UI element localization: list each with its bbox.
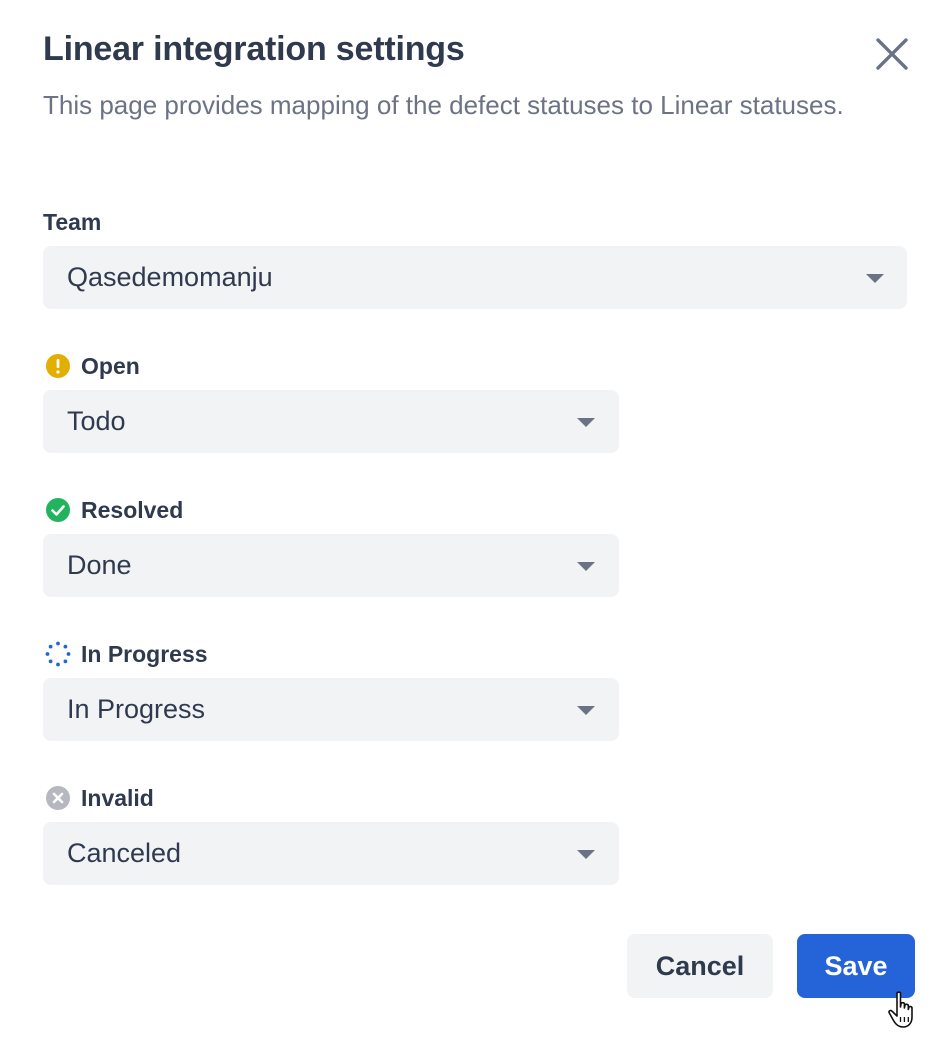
- chevron-down-icon: [577, 562, 595, 571]
- open-status-select[interactable]: Todo: [43, 390, 619, 453]
- invalid-status-label: Invalid: [43, 783, 154, 813]
- cancel-button[interactable]: Cancel: [627, 934, 773, 998]
- team-select[interactable]: Qasedemomanju: [43, 246, 907, 309]
- open-status-icon: [46, 354, 70, 378]
- open-status-label: Open: [43, 351, 140, 381]
- invalid-status-select-value: Canceled: [67, 838, 182, 868]
- in-progress-status-label: In Progress: [43, 639, 208, 669]
- resolved-status-select[interactable]: Done: [43, 534, 619, 597]
- resolved-status-label: Resolved: [43, 495, 183, 525]
- chevron-down-icon: [577, 706, 595, 715]
- resolved-status-label-text: Resolved: [81, 496, 184, 523]
- team-label: Team: [43, 208, 102, 235]
- dialog-title: Linear integration settings: [43, 30, 465, 68]
- in-progress-status-select[interactable]: In Progress: [43, 678, 619, 741]
- close-button[interactable]: [872, 34, 912, 74]
- team-select-value: Qasedemomanju: [67, 262, 273, 292]
- chevron-down-icon: [577, 850, 595, 859]
- open-status-label-text: Open: [81, 352, 140, 379]
- chevron-down-icon: [577, 418, 595, 427]
- open-status-select-value: Todo: [67, 406, 126, 436]
- hand-pointer-icon: [888, 991, 913, 1028]
- invalid-status-select[interactable]: Canceled: [43, 822, 619, 885]
- save-button[interactable]: Save: [797, 934, 915, 998]
- in-progress-status-select-value: In Progress: [67, 694, 206, 724]
- linear-integration-settings-dialog: Linear integration settings This page pr…: [0, 0, 948, 1038]
- invalid-status-label-text: Invalid: [81, 784, 154, 811]
- resolved-status-icon: [46, 498, 70, 522]
- in-progress-status-label-text: In Progress: [81, 640, 208, 667]
- chevron-down-icon: [866, 274, 884, 283]
- dialog-description: This page provides mapping of the defect…: [43, 90, 844, 120]
- invalid-status-icon: [46, 786, 70, 810]
- close-icon: [876, 38, 908, 70]
- in-progress-status-icon: [45, 641, 71, 667]
- resolved-status-select-value: Done: [67, 550, 132, 580]
